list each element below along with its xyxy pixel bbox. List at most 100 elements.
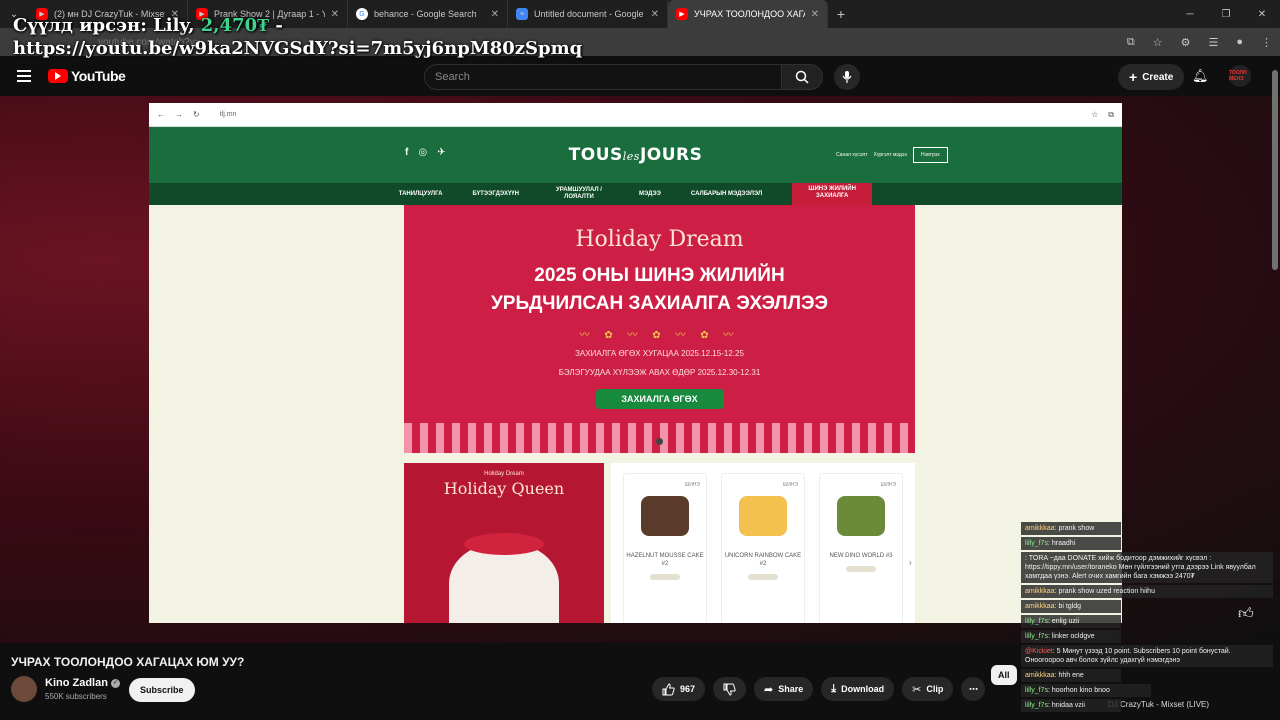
- chat-text: : TORA ~даа DONATE хийж бодитоор дэмжихи…: [1025, 555, 1256, 580]
- product-pill: [650, 574, 680, 580]
- minimize-icon[interactable]: ─: [1172, 9, 1208, 20]
- download-icon: ⤓: [831, 682, 837, 695]
- product-card: ШИНЭ UNICORN RAINBOW CAKE #2: [721, 473, 805, 623]
- site-nav-item: МЭДЭЭ: [638, 191, 661, 197]
- brand-logo: TOUSlesJOURS: [149, 145, 1122, 165]
- share-label: Share: [778, 684, 804, 694]
- chat-user: amikkkaa: [1025, 672, 1055, 679]
- chat-text: enlig uzii: [1051, 618, 1080, 625]
- strawberries-image: [464, 533, 544, 555]
- site-nav-item: ТАНИЛЦУУЛГА: [398, 191, 443, 197]
- download-button[interactable]: ⤓ Download: [821, 677, 895, 701]
- cast-icon[interactable]: ⧉: [1127, 36, 1135, 49]
- product-card: ШИНЭ NEW DINO WORLD #3: [819, 473, 903, 623]
- channel-name[interactable]: Kino Zadlan ✓: [45, 677, 120, 689]
- plus-icon: +: [1129, 69, 1138, 85]
- site-header: f ◎ ✈ TOUSlesJOURS Санал хүсэлт Хүргэлт …: [149, 127, 1122, 183]
- maximize-icon[interactable]: ❐: [1208, 9, 1244, 20]
- subscribe-button[interactable]: Subscribe: [129, 678, 195, 702]
- more-actions-button[interactable]: ⋯: [961, 677, 986, 701]
- site-nav: ТАНИЛЦУУЛГА БҮТЭЭГДЭХҮҮН УРАМШУУЛАЛ / ЛО…: [149, 183, 1122, 205]
- banner-info-1: ЗАХИАЛГА ӨГӨХ ХУГАЦАА 2025.12.15-12.25: [575, 349, 744, 358]
- holiday-queen-card: Holiday Dream Holiday Queen: [404, 463, 604, 623]
- create-button[interactable]: + Create: [1118, 64, 1185, 90]
- video-frame[interactable]: ← → ↻ tlj.mn ☆ ⧉ f ◎ ✈ TOUSlesJOURS Сана…: [149, 103, 1122, 623]
- close-tab-icon[interactable]: ✕: [651, 9, 659, 20]
- like-button[interactable]: 967: [652, 677, 706, 701]
- voice-search-button[interactable]: [834, 64, 860, 90]
- site-nav-item: УРАМШУУЛАЛ / ЛОЯАЛТИ: [556, 187, 602, 200]
- search-button[interactable]: [781, 64, 823, 90]
- chat-message: lilly_f7s: enlig uzii: [1021, 615, 1121, 628]
- brand-part: JOURS: [639, 145, 703, 165]
- chat-text: hnidaa vzii: [1051, 702, 1085, 709]
- extension-icon: ⧉: [1108, 109, 1114, 119]
- download-label: Download: [841, 684, 885, 694]
- donation-overlay: Сүүлд ирсэн: Lily, 2,470₮ - https://yout…: [13, 14, 582, 60]
- chat-user: amikkkaa: [1025, 588, 1055, 595]
- forward-icon: →: [175, 110, 183, 119]
- tab-title: УЧРАХ ТООЛОНДОО ХАГАЦАХ ЮМ УУ?: [694, 9, 805, 19]
- reading-list-icon[interactable]: ☰: [1208, 36, 1218, 49]
- order-button: ЗАХИАЛГА ӨГӨХ: [595, 389, 724, 409]
- holiday-banner: Holiday Dream 2025 ОНЫ ШИНЭ ЖИЛИЙН УРЬДЧ…: [404, 205, 915, 453]
- share-button[interactable]: ➦ Share: [754, 677, 814, 701]
- brand-part: les: [622, 150, 640, 163]
- product-name: NEW DINO WORLD #3: [829, 553, 893, 559]
- donation-prefix: Сүүлд ирсэн: Lily,: [13, 15, 201, 36]
- video-actions: 967 ➦ Share ⤓ Download ✂ Clip ⋯: [652, 677, 986, 701]
- banner-title: Holiday Dream: [575, 227, 744, 252]
- bookmark-star-icon[interactable]: ☆: [1153, 36, 1163, 49]
- notifications-bell-icon[interactable]: 🔔︎: [1192, 68, 1209, 84]
- profile-icon[interactable]: ●: [1236, 36, 1243, 49]
- dislike-button[interactable]: [713, 677, 747, 701]
- new-tag: ШИНЭ: [782, 482, 798, 488]
- product-pill: [748, 574, 778, 580]
- share-icon: ➦: [764, 683, 774, 696]
- donation-line-1: Сүүлд ирсэн: Lily, 2,470₮ -: [13, 14, 582, 37]
- youtube-play-icon: [48, 69, 68, 83]
- channel-avatar[interactable]: [11, 676, 37, 702]
- product-pill: [846, 566, 876, 572]
- product-name: UNICORN RAINBOW CAKE #2: [724, 553, 802, 567]
- site-head-links: Санал хүсэлт Хүргэлт мэдээ Нэвтрэх: [836, 147, 948, 163]
- new-tab-button[interactable]: +: [828, 6, 854, 22]
- chat-text: hraadhi: [1051, 540, 1076, 547]
- close-tab-icon[interactable]: ✕: [811, 9, 819, 20]
- browser-tab-active[interactable]: ▶ УЧРАХ ТООЛОНДОО ХАГАЦАХ ЮМ УУ? ✕: [668, 0, 828, 28]
- youtube-logo[interactable]: YouTube: [48, 68, 126, 84]
- chip-all[interactable]: All: [991, 665, 1017, 685]
- menu-icon[interactable]: [17, 70, 31, 82]
- site-nav-item: БҮТЭЭГДЭХҮҮН: [472, 191, 519, 197]
- back-icon: ←: [157, 110, 165, 119]
- extensions-icon[interactable]: ⚙: [1181, 36, 1191, 49]
- queen-small-title: Holiday Dream: [484, 471, 524, 477]
- browser-menu-icon[interactable]: ⋮: [1261, 36, 1272, 49]
- donation-amount: 2,470₮: [200, 15, 270, 36]
- chat-text: linker ocldgve: [1051, 633, 1095, 640]
- chat-user: amikkkaa: [1025, 603, 1055, 610]
- page-scrollbar[interactable]: [1272, 70, 1278, 270]
- account-avatar[interactable]: ТООЛН МЕНЭ: [1229, 65, 1251, 87]
- close-window-icon[interactable]: ✕: [1244, 9, 1280, 20]
- chat-text: bi tgldg: [1058, 603, 1082, 610]
- carousel-dot: [656, 438, 663, 445]
- brand-part: TOUS: [568, 145, 623, 165]
- next-arrow-icon: ›: [909, 558, 912, 567]
- chat-message: lilly_f7s: linker ocldgve: [1021, 630, 1121, 643]
- queen-title: Holiday Queen: [443, 479, 565, 498]
- search-input[interactable]: Search: [424, 64, 782, 90]
- chat-user: lilly_f7s: [1025, 633, 1048, 640]
- clip-button[interactable]: ✂ Clip: [902, 677, 954, 701]
- product-image: [641, 496, 689, 536]
- chat-user: lilly_f7s: [1025, 540, 1048, 547]
- verified-check-icon: ✓: [110, 678, 120, 688]
- microphone-icon: [842, 71, 852, 83]
- new-tag: ШИНЭ: [684, 482, 700, 488]
- login-button: Нэвтрэх: [912, 147, 948, 163]
- reload-icon: ↻: [193, 110, 200, 119]
- new-tag: ШИНЭ: [880, 482, 896, 488]
- chat-text: prank show uzed reaction hiihu: [1058, 588, 1155, 595]
- site-nav-item: САЛБАРЫН МЭДЭЭЛЭЛ: [690, 191, 763, 197]
- logo-text: YouTube: [71, 68, 126, 84]
